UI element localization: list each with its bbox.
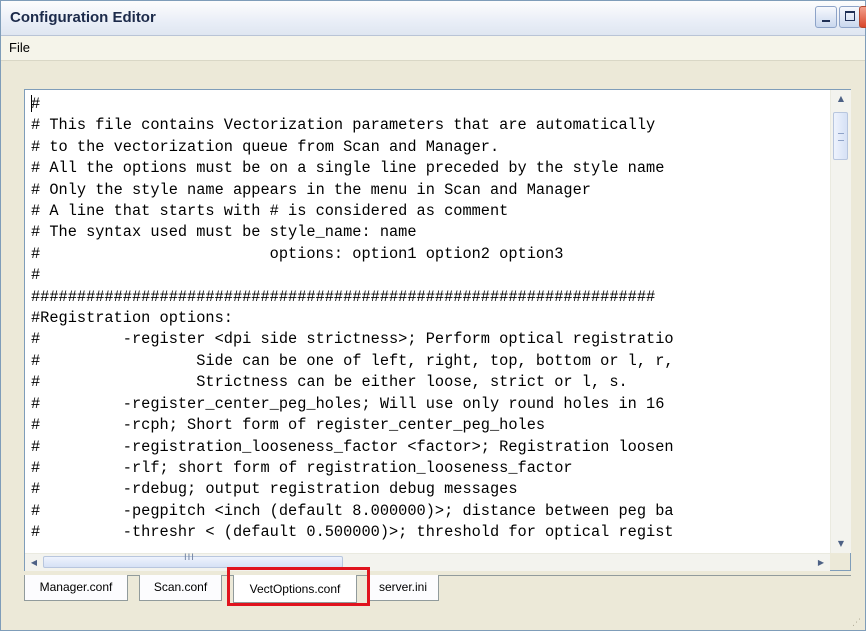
scroll-corner: [830, 553, 850, 570]
config-file-content[interactable]: # # This file contains Vectorization par…: [25, 90, 830, 544]
tab-manager-conf[interactable]: Manager.conf: [24, 575, 128, 601]
active-tab-highlight: [227, 567, 370, 606]
window-title: Configuration Editor: [10, 9, 156, 26]
editor-text-area[interactable]: # # This file contains Vectorization par…: [25, 90, 830, 553]
grip-icon: [838, 133, 844, 141]
file-tabs: Manager.conf Scan.conf VectOptions.conf …: [24, 575, 851, 607]
resize-grip-icon[interactable]: ⋰: [852, 618, 861, 628]
title-bar[interactable]: Configuration Editor: [1, 1, 866, 36]
minimize-button[interactable]: [815, 6, 837, 28]
horizontal-scrollbar[interactable]: ◀ III ▶: [25, 553, 830, 571]
scroll-up-arrow-icon[interactable]: ▲: [831, 90, 851, 108]
maximize-button[interactable]: [839, 6, 861, 28]
vertical-scroll-thumb[interactable]: [833, 112, 848, 160]
vertical-scrollbar[interactable]: ▲ ▼: [830, 90, 851, 553]
close-button[interactable]: [859, 6, 866, 28]
menu-file[interactable]: File: [9, 40, 30, 55]
grip-icon: III: [184, 553, 195, 563]
minimize-icon: [822, 20, 830, 22]
tab-scan-conf[interactable]: Scan.conf: [139, 575, 222, 601]
tab-server-ini[interactable]: server.ini: [367, 575, 439, 601]
menu-bar: File: [1, 36, 865, 61]
config-text-editor[interactable]: # # This file contains Vectorization par…: [24, 89, 851, 571]
scroll-down-arrow-icon[interactable]: ▼: [831, 535, 851, 553]
maximize-icon: [845, 11, 855, 21]
configuration-editor-window: Configuration Editor File # # This file …: [0, 0, 866, 631]
scroll-right-arrow-icon[interactable]: ▶: [812, 554, 830, 571]
status-bar: ⋰: [1, 612, 865, 630]
scroll-left-arrow-icon[interactable]: ◀: [25, 554, 43, 571]
text-caret: [31, 95, 32, 112]
